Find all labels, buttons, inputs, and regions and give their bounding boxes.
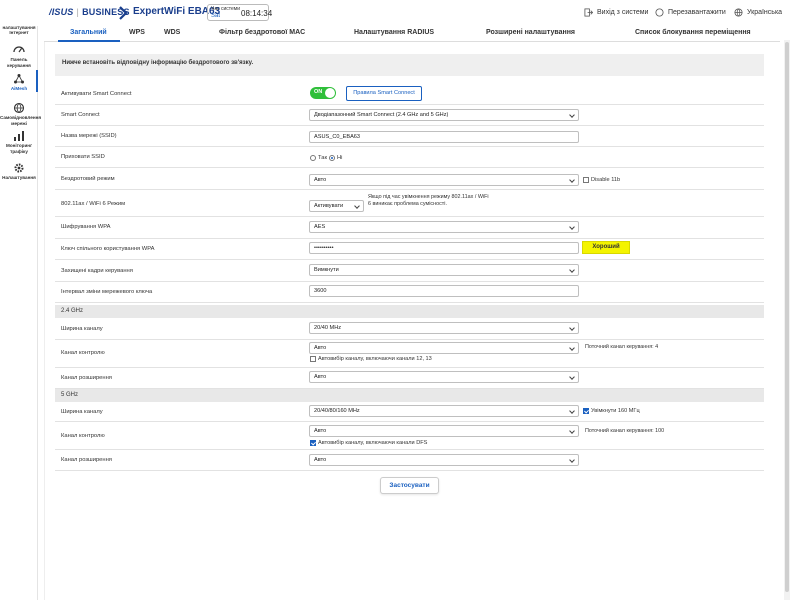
5-current-channel: Поточний канал керування: 100 — [585, 428, 665, 434]
ssid-input[interactable]: ASUS_C0_EBA63 — [309, 131, 579, 143]
sidebar-item-traffic[interactable]: Моніторинг трафіку — [0, 130, 38, 154]
tab-wds[interactable]: WDS — [164, 29, 180, 36]
system-time-box: Час системи Sat 08:14:34 — [207, 4, 273, 21]
checkbox-box — [583, 177, 589, 183]
tab-mac-filter[interactable]: Фільтр бездротової MAC — [219, 29, 305, 36]
hide-ssid-no-radio[interactable]: Ні — [329, 155, 342, 161]
5-bandwidth-select[interactable]: 20/40/80/160 MHz — [309, 405, 579, 417]
smart-connect-toggle[interactable]: ON — [310, 87, 336, 99]
wireless-tabs: Загальний WPS WDS Фільтр бездротової MAC… — [44, 26, 780, 42]
section-5ghz: 5 GHz — [55, 389, 764, 402]
logout-icon — [584, 8, 593, 17]
power-icon — [655, 8, 664, 17]
language-selector[interactable]: Українська — [734, 8, 782, 17]
info-banner: Нижче встановіть відповідну інформацію б… — [55, 54, 764, 76]
sidebar-item-aimesh[interactable]: AiMesh — [0, 73, 38, 92]
sidebar-active-indicator — [36, 70, 38, 92]
system-clock: 08:14:34 — [241, 9, 273, 18]
5-control-channel-select[interactable]: Авто — [309, 425, 579, 437]
tab-roaming-block[interactable]: Список блокування переміщення — [635, 29, 751, 36]
sidebar-label: Панель керування — [7, 57, 31, 68]
system-day: Sat — [211, 13, 221, 19]
tab-advanced[interactable]: Розширені налаштування — [486, 29, 575, 36]
dashboard-icon — [13, 46, 25, 53]
sidebar-label: Самовідновлення мережі — [0, 115, 42, 126]
mesh-icon — [14, 74, 24, 84]
sidebar-item-settings[interactable]: Налаштування — [0, 162, 38, 181]
wireless-mode-select[interactable]: Авто — [309, 174, 579, 186]
24-current-channel: Поточний канал керування: 4 — [585, 344, 659, 350]
checkbox-box-checked — [583, 408, 589, 414]
hide-ssid-yes-radio[interactable]: Так — [310, 155, 327, 161]
5-auto-channel-checkbox[interactable]: Автовибір каналу, включаючи канали DFS — [310, 440, 427, 446]
smart-connect-mode-select[interactable]: Дводіапазонний Smart Connect (2.4 GHz an… — [309, 109, 579, 121]
scrollbar-thumb[interactable] — [785, 42, 789, 592]
traffic-icon — [14, 131, 24, 141]
tab-wps[interactable]: WPS — [129, 29, 145, 36]
gear-icon — [14, 163, 24, 173]
24-bandwidth-select[interactable]: 20/40 MHz — [309, 322, 579, 334]
scrollbar[interactable] — [784, 40, 790, 600]
tab-general[interactable]: Загальний — [70, 29, 107, 36]
chevron-logo-icon — [119, 6, 128, 20]
sidebar-label: AiMesh — [10, 86, 28, 91]
system-time-label: Час системи — [211, 6, 241, 12]
5-ext-channel-select[interactable]: Авто — [309, 454, 579, 466]
sidebar-label: Налаштування — [2, 175, 36, 180]
checkbox-box-checked — [310, 440, 316, 446]
enable-160mhz-checkbox[interactable]: Увімкнути 160 МГц — [583, 408, 640, 414]
ax-mode-select[interactable]: Активувати — [309, 200, 364, 212]
toggle-knob — [325, 88, 335, 98]
globe-icon — [734, 8, 743, 17]
reboot-button[interactable]: Перезавантажити — [655, 8, 726, 17]
password-strength-badge: Хороший — [582, 241, 630, 254]
top-bar: /ISUS | BUSINESS ExpertWiFi EBA63 Час сист… — [0, 0, 792, 26]
smart-connect-rules-button[interactable]: Правила Smart Connect — [346, 86, 422, 101]
sidebar-label: Моніторинг трафіку — [6, 143, 32, 154]
tab-radius[interactable]: Налаштування RADIUS — [354, 29, 434, 36]
radio-dot — [310, 155, 316, 161]
24-ext-channel-select[interactable]: Авто — [309, 371, 579, 383]
wpa-key-input[interactable]: •••••••••• — [309, 242, 579, 254]
network-icon — [13, 102, 25, 114]
ax-compat-note: Якщо під час увімкнення режиму 802.11ax … — [368, 194, 489, 207]
apply-button[interactable]: Застосувати — [380, 477, 439, 494]
wpa-encryption-select[interactable]: AES — [309, 221, 579, 233]
row-hide-ssid: Приховати SSID — [55, 147, 764, 168]
sidebar: Швидке налаштування Інтернет Панель керу… — [0, 0, 42, 600]
24-control-channel-select[interactable]: Авто — [309, 342, 579, 354]
section-2-4ghz: 2.4 GHz — [55, 305, 764, 318]
pmf-select[interactable]: Вимкнути — [309, 264, 579, 276]
sidebar-item-self-healing[interactable]: Самовідновлення мережі — [0, 102, 42, 126]
24-auto-channel-checkbox[interactable]: Автовибір каналу, включаючи канали 12, 1… — [310, 356, 432, 362]
gtk-interval-input[interactable]: 3600 — [309, 285, 579, 297]
logout-button[interactable]: Вихід з системи — [584, 8, 648, 17]
checkbox-box — [310, 356, 316, 362]
disable-11b-checkbox[interactable]: Disable 11b — [583, 177, 620, 183]
radio-dot-selected — [329, 155, 335, 161]
sidebar-item-dashboard[interactable]: Панель керування — [0, 44, 38, 68]
